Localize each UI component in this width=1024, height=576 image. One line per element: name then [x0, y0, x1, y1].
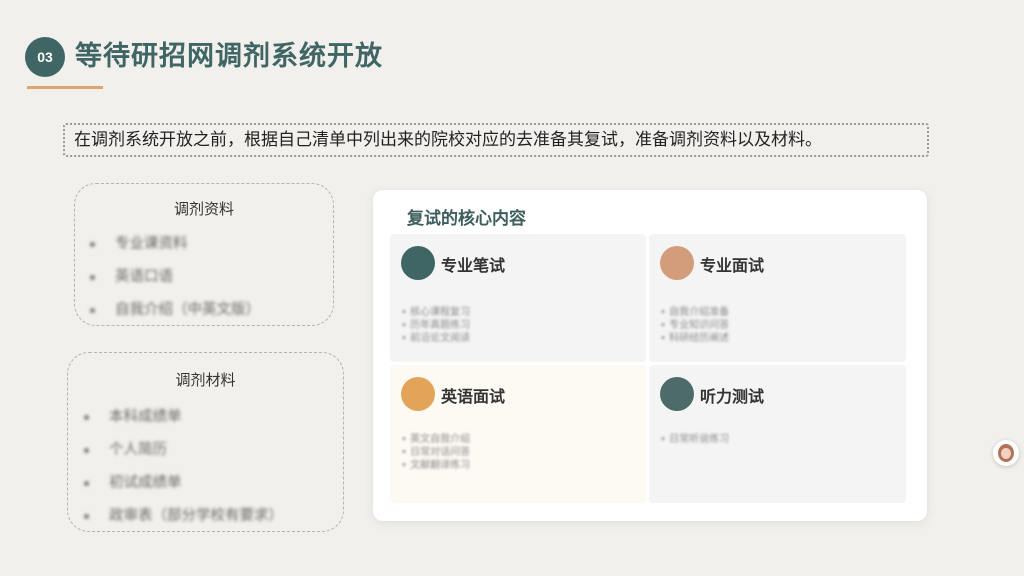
quadrant-written-exam: 专业笔试 • 核心课程复习 • 历年真题练习 • 前沿论文阅读 — [390, 234, 646, 362]
list-item: • 历年真题练习 — [401, 320, 471, 331]
quadrant-english-interview: 英语面试 • 英文自我介绍 • 日常对话问答 • 文献翻译练习 — [390, 365, 646, 503]
presenter-avatar[interactable] — [993, 440, 1019, 466]
quadrant-list: • 日常听说练习 — [660, 433, 729, 446]
list-item: 自我介绍（中英文版） — [75, 294, 333, 327]
panel-title: 复试的核心内容 — [407, 209, 526, 229]
list-item: 初试成绩单 — [68, 467, 343, 500]
list-item: • 自我介绍准备 — [660, 307, 730, 318]
list-item: • 日常听说练习 — [660, 434, 730, 445]
list-item: • 日常对话问答 — [401, 447, 471, 458]
list-item: • 科研经历阐述 — [660, 333, 730, 344]
quadrant-list: • 英文自我介绍 • 日常对话问答 • 文献翻译练习 — [401, 433, 470, 472]
adjustment-resources-card: 调剂资料 专业课资料 英语口语 自我介绍（中英文版） — [74, 183, 334, 326]
adjustment-documents-card: 调剂材料 本科成绩单 个人简历 初试成绩单 政审表（部分学校有要求） — [67, 352, 344, 532]
section-number-badge: 03 — [25, 37, 65, 77]
title-underline — [27, 86, 103, 89]
list-item: 个人简历 — [68, 434, 343, 467]
list-item: 专业课资料 — [75, 228, 333, 261]
quadrant-professional-interview: 专业面试 • 自我介绍准备 • 专业知识问答 • 科研经历阐述 — [649, 234, 906, 362]
quadrant-listening-test: 听力测试 • 日常听说练习 — [649, 365, 906, 503]
list-item: • 前沿论文阅读 — [401, 333, 471, 344]
card-title: 调剂资料 — [173, 200, 234, 218]
quadrant-list: • 核心课程复习 • 历年真题练习 • 前沿论文阅读 — [401, 306, 470, 345]
circle-icon — [660, 246, 694, 280]
intro-text-box: 在调剂系统开放之前，根据自己清单中列出来的院校对应的去准备其复试，准备调剂资料以… — [63, 123, 929, 157]
list-item: 本科成绩单 — [68, 401, 343, 434]
list-item: • 专业知识问答 — [660, 320, 730, 331]
list-item: 政审表（部分学校有要求） — [68, 500, 343, 533]
quadrant-label: 听力测试 — [700, 387, 765, 406]
list-item: 英语口语 — [75, 261, 333, 294]
circle-icon — [660, 377, 694, 411]
quadrant-label: 专业面试 — [700, 256, 765, 275]
avatar-face-icon — [1001, 448, 1011, 459]
page-title: 等待研招网调剂系统开放 — [75, 41, 383, 72]
core-content-panel: 复试的核心内容 专业笔试 • 核心课程复习 • 历年真题练习 • 前沿论文阅读 … — [373, 190, 927, 521]
list-item: • 英文自我介绍 — [401, 434, 471, 445]
list-item: • 文献翻译练习 — [401, 460, 471, 471]
quadrant-label: 专业笔试 — [441, 256, 506, 275]
quadrant-label: 英语面试 — [441, 387, 506, 406]
card-list: 专业课资料 英语口语 自我介绍（中英文版） — [75, 228, 333, 327]
card-title: 调剂材料 — [175, 371, 236, 389]
list-item: • 核心课程复习 — [401, 307, 471, 318]
circle-icon — [401, 377, 435, 411]
quadrant-list: • 自我介绍准备 • 专业知识问答 • 科研经历阐述 — [660, 306, 729, 345]
circle-icon — [401, 246, 435, 280]
card-list: 本科成绩单 个人简历 初试成绩单 政审表（部分学校有要求） — [68, 401, 343, 533]
